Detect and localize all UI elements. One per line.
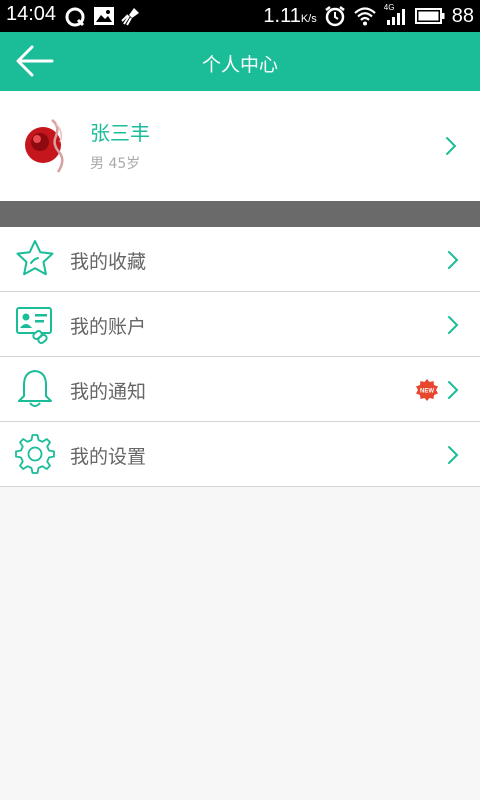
menu-label-settings: 我的设置	[70, 446, 147, 468]
menu-label-favorites: 我的收藏	[70, 251, 147, 273]
title-bar: 个人中心	[0, 32, 480, 91]
menu-label-notifications: 我的通知	[70, 381, 147, 403]
menu-label-account: 我的账户	[70, 316, 147, 338]
avatar-image	[16, 114, 78, 176]
status-bar: 14:04 1.11K/s 4G 88	[0, 0, 480, 32]
chevron-right-icon	[448, 381, 459, 399]
new-badge: NEW	[416, 379, 438, 401]
avatar[interactable]	[16, 114, 78, 176]
user-meta: 男 45岁	[90, 153, 140, 173]
user-name: 张三丰	[90, 121, 150, 145]
user-gender: 男	[90, 156, 104, 172]
new-badge-text: NEW	[420, 389, 434, 395]
menu-item-favorites[interactable]: 我的收藏	[0, 227, 480, 292]
user-age: 45岁	[108, 156, 141, 172]
menu-list: 我的收藏 我的账户 我的通知 NEW 我的设置	[0, 227, 480, 487]
chevron-right-icon	[448, 251, 459, 269]
q-app-icon	[65, 7, 85, 27]
menu-item-settings[interactable]: 我的设置	[0, 422, 480, 487]
menu-item-account[interactable]: 我的账户	[0, 292, 480, 357]
chevron-right-icon	[448, 446, 459, 464]
menu-item-notifications[interactable]: 我的通知 NEW	[0, 357, 480, 422]
section-divider	[0, 201, 480, 227]
alarm-icon	[325, 6, 345, 27]
profile-card[interactable]: 张三丰 男 45岁	[0, 91, 480, 201]
status-time: 14:04	[6, 3, 57, 25]
chevron-right-icon	[446, 137, 457, 155]
signal-indicator: 4G	[384, 3, 408, 27]
wifi-icon	[354, 7, 376, 26]
gallery-icon	[94, 7, 114, 25]
account-card-icon	[16, 307, 52, 344]
bell-icon	[18, 370, 52, 407]
net-speed: 1.11K/s	[263, 4, 317, 27]
star-icon	[16, 240, 54, 276]
gear-icon	[15, 434, 55, 474]
battery-icon	[414, 8, 445, 24]
battery-level: 88	[451, 4, 474, 27]
cleaner-icon	[121, 8, 139, 26]
signal-icon	[386, 9, 405, 25]
page-title: 个人中心	[201, 54, 278, 76]
chevron-right-icon	[448, 316, 459, 334]
